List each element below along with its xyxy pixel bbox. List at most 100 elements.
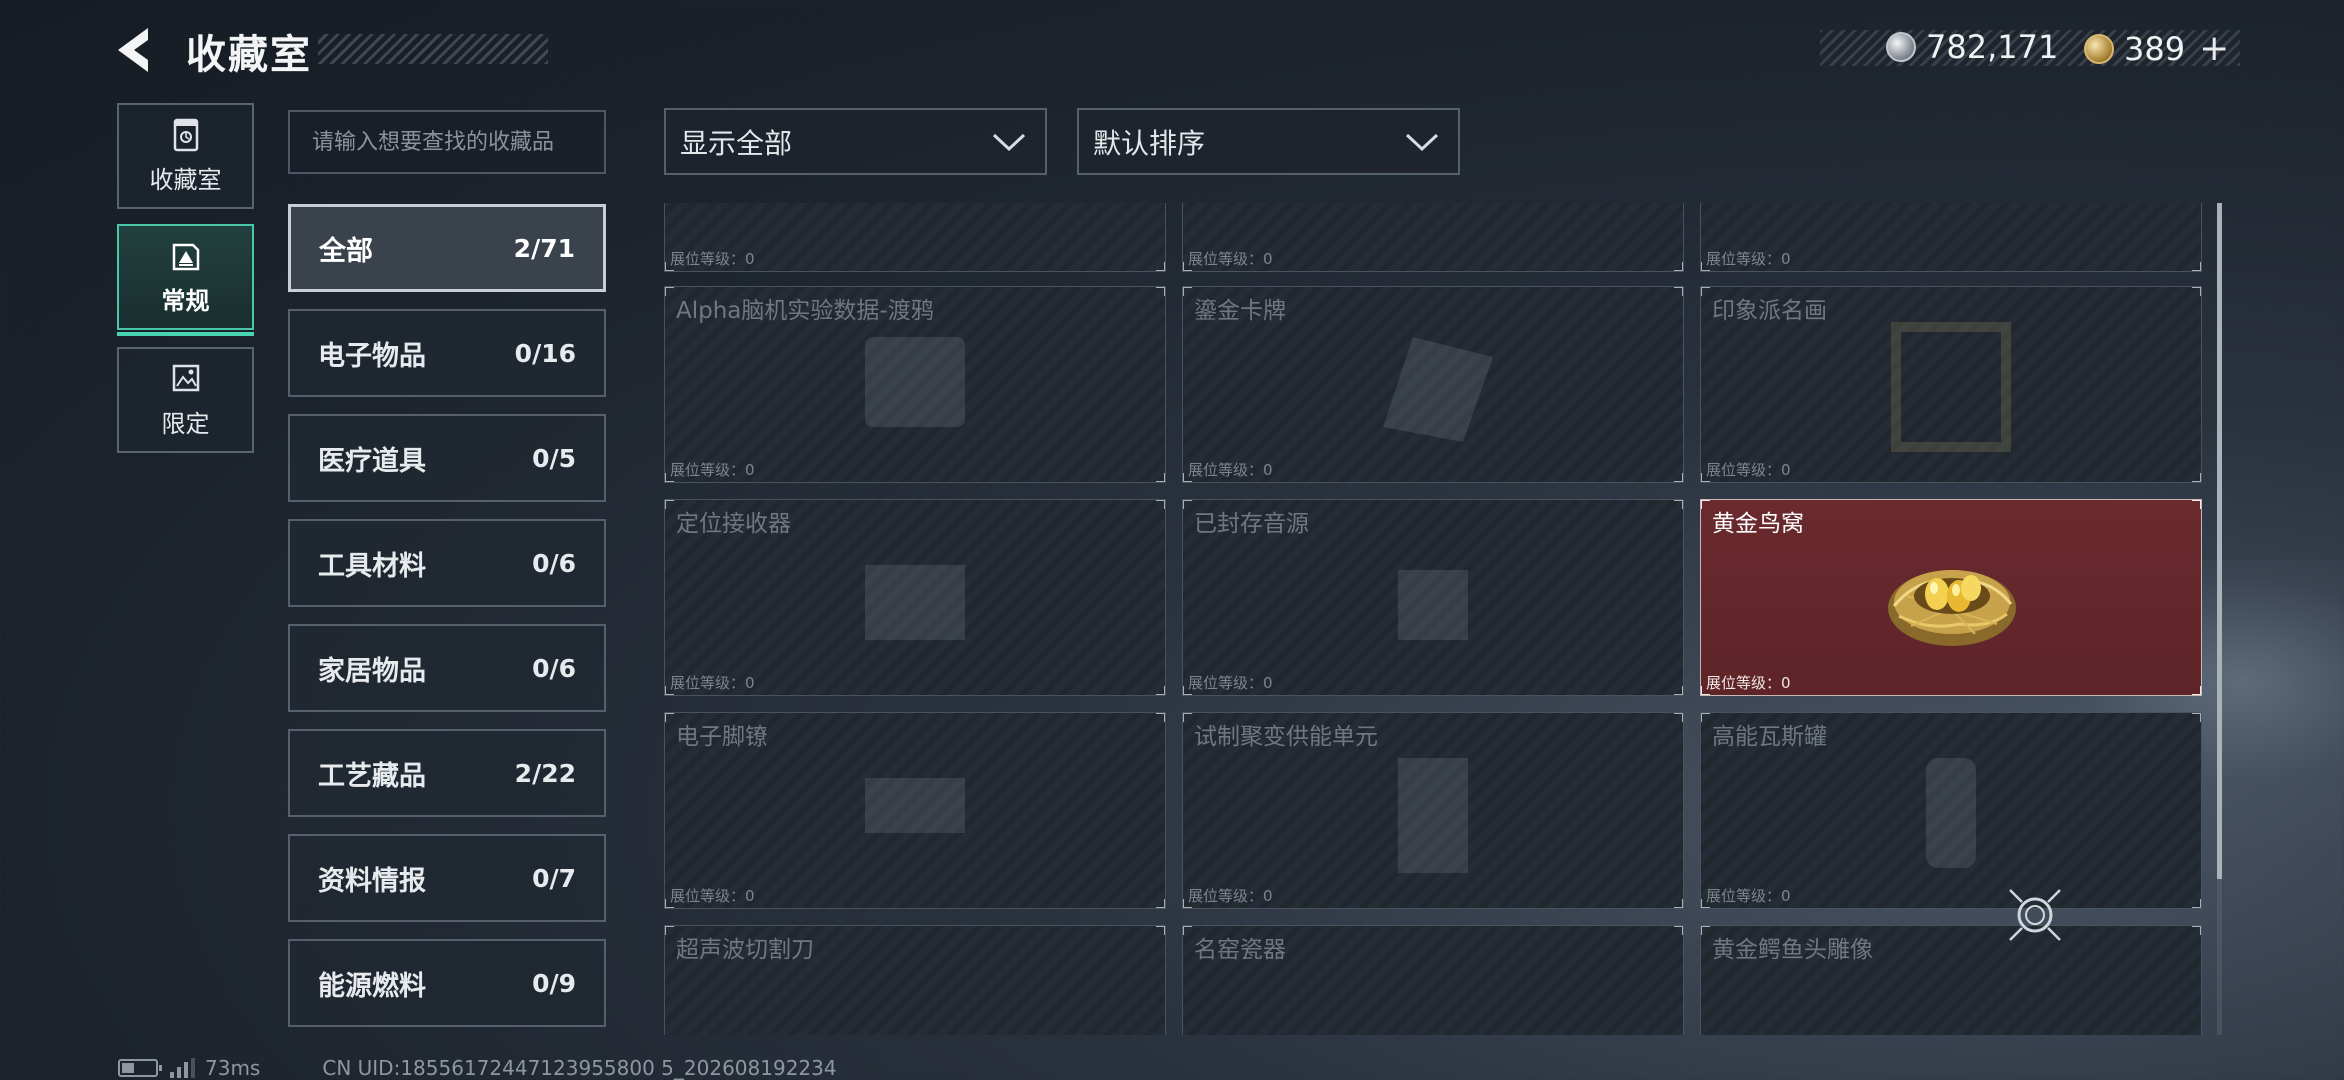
gold-coin-icon <box>2084 33 2114 64</box>
gold-amount: 389 <box>2124 29 2186 68</box>
booth-level: 展位等级：0 <box>1706 674 1791 692</box>
item-silhouette <box>1398 758 1468 873</box>
regular-icon <box>172 243 199 270</box>
crosshair-icon[interactable] <box>2002 882 2068 948</box>
category-energy[interactable]: 能源燃料 0/9 <box>288 939 606 1027</box>
category-count: 0/5 <box>532 443 576 473</box>
item-silhouette <box>1926 758 1976 868</box>
booth-level: 展位等级：0 <box>1188 461 1273 479</box>
category-household[interactable]: 家居物品 0/6 <box>288 624 606 712</box>
category-count: 2/71 <box>513 233 575 263</box>
collectible-card[interactable]: 已封存音源 展位等级：0 <box>1182 499 1684 696</box>
category-intel[interactable]: 资料情报 0/7 <box>288 834 606 922</box>
collectible-name: 名窑瓷器 <box>1194 937 1286 963</box>
category-name: 电子物品 <box>318 340 426 372</box>
collectible-card[interactable]: 试制聚变供能单元 展位等级：0 <box>1182 712 1684 909</box>
tab-limited-label: 限定 <box>161 409 210 438</box>
category-count: 0/6 <box>532 653 576 683</box>
back-arrow-icon <box>118 28 148 72</box>
collectible-name: Alpha脑机实验数据-渡鸦 <box>676 298 934 324</box>
category-medical[interactable]: 医疗道具 0/5 <box>288 414 606 502</box>
golden-nest-icon <box>1888 570 2016 646</box>
search-input[interactable] <box>288 110 606 174</box>
tab-regular[interactable]: 常规 <box>117 224 254 336</box>
collectible-card[interactable]: 展位等级：0 <box>664 203 1166 272</box>
collectible-name: 电子脚镣 <box>676 724 768 750</box>
collectible-grid: 展位等级：0 展位等级：0 展位等级：0 Alpha脑机实验数据-渡鸦 展位等级… <box>664 203 2204 1035</box>
collectible-card[interactable]: 印象派名画 展位等级：0 <box>1700 286 2202 483</box>
currency-gold[interactable]: 389 + <box>2084 28 2229 69</box>
category-name: 家居物品 <box>318 655 426 687</box>
item-silhouette <box>1398 570 1468 640</box>
category-name: 资料情报 <box>318 865 426 897</box>
category-all[interactable]: 全部 2/71 <box>288 204 606 292</box>
ping-value: 73ms <box>205 1056 261 1080</box>
collectible-name: 黄金鸟窝 <box>1712 511 1804 537</box>
battery-icon <box>118 1059 162 1077</box>
category-name: 能源燃料 <box>318 970 426 1002</box>
tab-regular-label: 常规 <box>161 286 210 315</box>
collectible-card[interactable]: 展位等级：0 <box>1182 203 1684 272</box>
category-count: 2/22 <box>514 758 576 788</box>
booth-level: 展位等级：0 <box>670 674 755 692</box>
collectible-name: 印象派名画 <box>1712 298 1827 324</box>
item-silhouette <box>865 778 965 833</box>
chevron-down-icon <box>992 133 1026 151</box>
collectible-card[interactable]: 高能瓦斯罐 展位等级：0 <box>1700 712 2202 909</box>
page-title: 收藏室 <box>186 32 312 78</box>
category-crafts[interactable]: 工艺藏品 2/22 <box>288 729 606 817</box>
collectible-card[interactable]: 超声波切割刀 <box>664 925 1166 1035</box>
collectible-name: 鎏金卡牌 <box>1194 298 1286 324</box>
category-tools[interactable]: 工具材料 0/6 <box>288 519 606 607</box>
collectible-card[interactable]: 名窑瓷器 <box>1182 925 1684 1035</box>
collectible-card[interactable]: 展位等级：0 <box>1700 203 2202 272</box>
category-name: 工艺藏品 <box>318 760 426 792</box>
add-currency-button[interactable]: + <box>2199 28 2229 69</box>
tab-limited[interactable]: 限定 <box>117 347 254 453</box>
item-silhouette <box>865 565 965 640</box>
collectible-name: 试制聚变供能单元 <box>1194 724 1378 750</box>
back-button[interactable] <box>112 20 162 80</box>
collectible-card[interactable]: 鎏金卡牌 展位等级：0 <box>1182 286 1684 483</box>
item-silhouette <box>1383 337 1493 442</box>
booth-level: 展位等级：0 <box>1188 887 1273 905</box>
item-silhouette <box>1891 322 2011 452</box>
title-decoration <box>318 34 548 64</box>
category-count: 0/16 <box>514 338 576 368</box>
currency-silver[interactable]: 782,171 <box>1886 28 2058 66</box>
booth-level: 展位等级：0 <box>670 887 755 905</box>
collectible-card[interactable]: Alpha脑机实验数据-渡鸦 展位等级：0 <box>664 286 1166 483</box>
signal-icon <box>170 1058 195 1078</box>
collectible-card[interactable]: 黄金鳄鱼头雕像 <box>1700 925 2202 1035</box>
collectible-name: 超声波切割刀 <box>676 937 814 963</box>
category-name: 全部 <box>319 235 373 267</box>
collectible-card[interactable]: 电子脚镣 展位等级：0 <box>664 712 1166 909</box>
scrollbar-thumb[interactable] <box>2217 203 2222 879</box>
collectible-card[interactable]: 定位接收器 展位等级：0 <box>664 499 1166 696</box>
sort-value: 默认排序 <box>1093 126 1206 160</box>
collectible-name: 定位接收器 <box>676 511 791 537</box>
booth-level: 展位等级：0 <box>1188 674 1273 692</box>
collectible-card-unlocked[interactable]: 黄金鸟窝 展位等级：0 <box>1700 499 2202 696</box>
category-electronics[interactable]: 电子物品 0/16 <box>288 309 606 397</box>
booth-level: 展位等级：0 <box>670 250 755 268</box>
chevron-down-icon <box>1405 133 1439 151</box>
category-name: 医疗道具 <box>318 445 426 477</box>
grid-scrollbar[interactable] <box>2217 203 2222 1035</box>
booth-level: 展位等级：0 <box>670 461 755 479</box>
collectible-name: 黄金鳄鱼头雕像 <box>1712 937 1873 963</box>
collectible-name: 已封存音源 <box>1194 511 1309 537</box>
display-filter-dropdown[interactable]: 显示全部 <box>664 108 1047 175</box>
sort-dropdown[interactable]: 默认排序 <box>1077 108 1460 175</box>
display-filter-value: 显示全部 <box>680 126 793 160</box>
tab-collection-room[interactable]: 收藏室 <box>117 103 254 209</box>
tab-collection-room-label: 收藏室 <box>149 165 222 194</box>
category-name: 工具材料 <box>318 550 426 582</box>
collection-room-icon <box>173 118 198 151</box>
silver-amount: 782,171 <box>1926 28 2059 66</box>
header: 收藏室 782,171 389 + <box>0 0 2344 100</box>
booth-level: 展位等级：0 <box>1706 250 1791 268</box>
booth-level: 展位等级：0 <box>1706 461 1791 479</box>
user-uid: CN UID:18556172447123955800 5_2026081922… <box>322 1056 837 1080</box>
limited-icon <box>172 364 199 391</box>
